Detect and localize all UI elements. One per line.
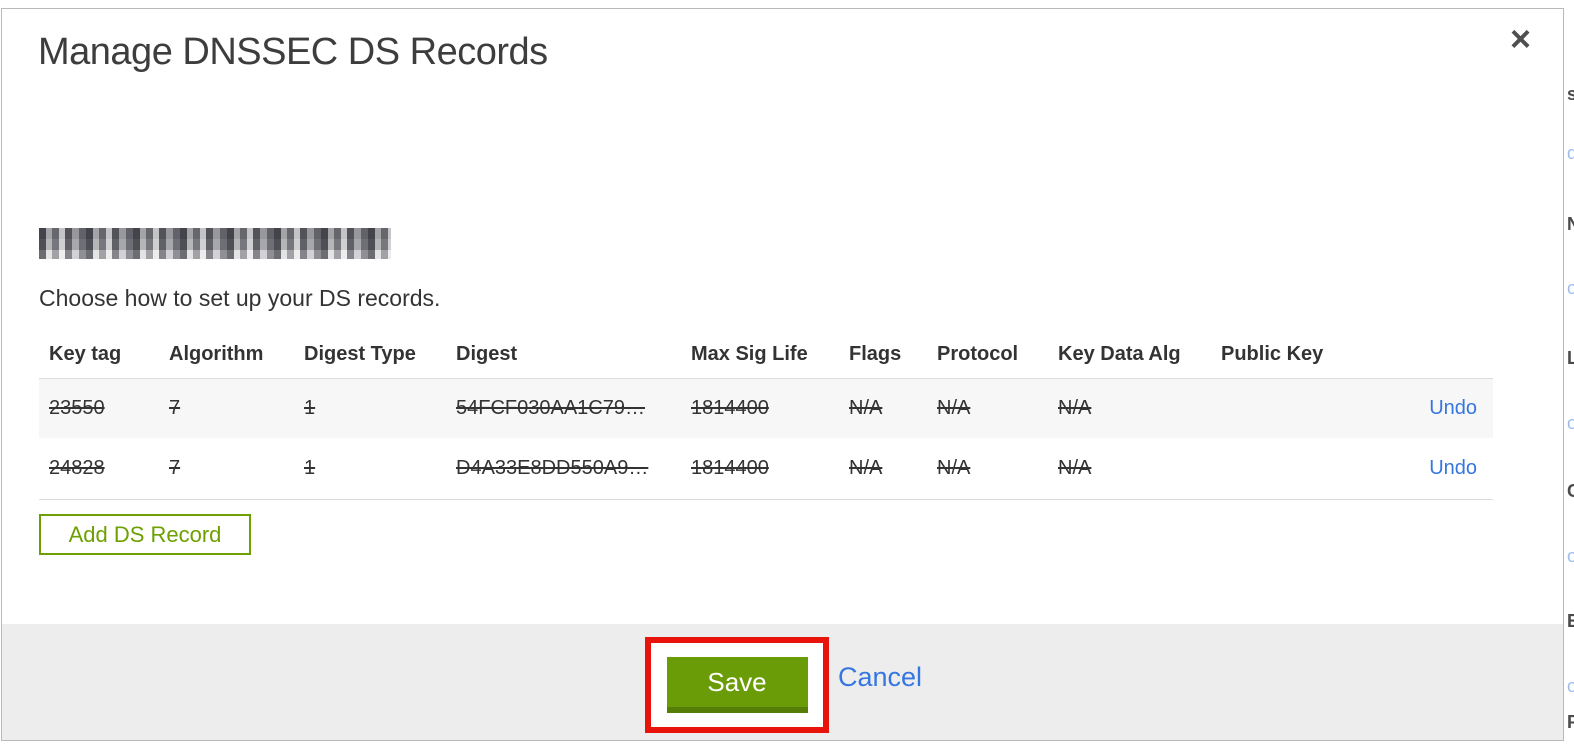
page-title: Manage DNSSEC DS Records: [38, 31, 548, 73]
background-glyph: L: [1567, 348, 1574, 368]
column-header-digest-type: Digest Type: [304, 343, 416, 365]
algorithm-value: 7: [169, 397, 181, 419]
flags-value: N/A: [849, 397, 883, 419]
column-header-public-key: Public Key: [1221, 343, 1324, 365]
background-glyph: E: [1567, 611, 1574, 631]
column-header-key-data-alg: Key Data Alg: [1058, 343, 1181, 365]
column-header-max-sig-life: Max Sig Life: [691, 343, 808, 365]
undo-link[interactable]: Undo: [1429, 397, 1477, 419]
background-glyph: N: [1567, 214, 1574, 234]
key-tag-value: 24828: [49, 457, 105, 479]
column-header-protocol: Protocol: [937, 343, 1019, 365]
undo-link[interactable]: Undo: [1429, 457, 1477, 479]
key-tag-value: 23550: [49, 397, 105, 419]
close-icon[interactable]: ×: [1510, 21, 1531, 57]
modal-footer: Save Cancel: [2, 624, 1563, 740]
background-glyph: o: [1567, 546, 1574, 566]
digest-type-value: 1: [304, 397, 316, 419]
table-row: 24828 7 1 D4A33E8DD550A9… 1814400 N/A N/…: [39, 438, 1493, 500]
algorithm-value: 7: [169, 457, 181, 479]
save-button[interactable]: Save: [666, 657, 808, 713]
digest-value: 54FCF030AA1C79…: [456, 397, 645, 419]
column-header-flags: Flags: [849, 343, 902, 365]
background-glyph: o: [1567, 676, 1574, 696]
add-ds-record-button[interactable]: Add DS Record: [39, 514, 251, 555]
table-header-row: Key tag Algorithm Digest Type Digest Max…: [39, 331, 1493, 379]
ds-records-table: Key tag Algorithm Digest Type Digest Max…: [39, 331, 1493, 500]
max-sig-life-value: 1814400: [691, 457, 769, 479]
instruction-text: Choose how to set up your DS records.: [39, 285, 441, 311]
key-data-alg-value: N/A: [1058, 457, 1092, 479]
background-glyph: o: [1567, 413, 1574, 433]
background-page-strip: s d N o L o C o E o P: [1565, 0, 1574, 746]
flags-value: N/A: [849, 457, 883, 479]
table-row: 23550 7 1 54FCF030AA1C79… 1814400 N/A N/…: [39, 379, 1493, 438]
background-glyph: o: [1567, 278, 1574, 298]
background-glyph: P: [1567, 712, 1574, 732]
max-sig-life-value: 1814400: [691, 397, 769, 419]
manage-dnssec-ds-records-modal: Manage DNSSEC DS Records × Choose how to…: [1, 8, 1564, 741]
column-header-algorithm: Algorithm: [169, 343, 264, 365]
column-header-key-tag: Key tag: [49, 343, 122, 365]
key-data-alg-value: N/A: [1058, 397, 1092, 419]
protocol-value: N/A: [937, 397, 971, 419]
protocol-value: N/A: [937, 457, 971, 479]
column-header-digest: Digest: [456, 343, 518, 365]
domain-name-redacted: [39, 228, 391, 259]
background-glyph: C: [1567, 481, 1574, 501]
annotation-highlight-box: Save: [645, 637, 829, 733]
cancel-link[interactable]: Cancel: [838, 662, 922, 693]
background-glyph: s: [1567, 84, 1574, 104]
digest-type-value: 1: [304, 457, 316, 479]
digest-value: D4A33E8DD550A9…: [456, 457, 649, 479]
background-glyph: d: [1567, 143, 1574, 163]
